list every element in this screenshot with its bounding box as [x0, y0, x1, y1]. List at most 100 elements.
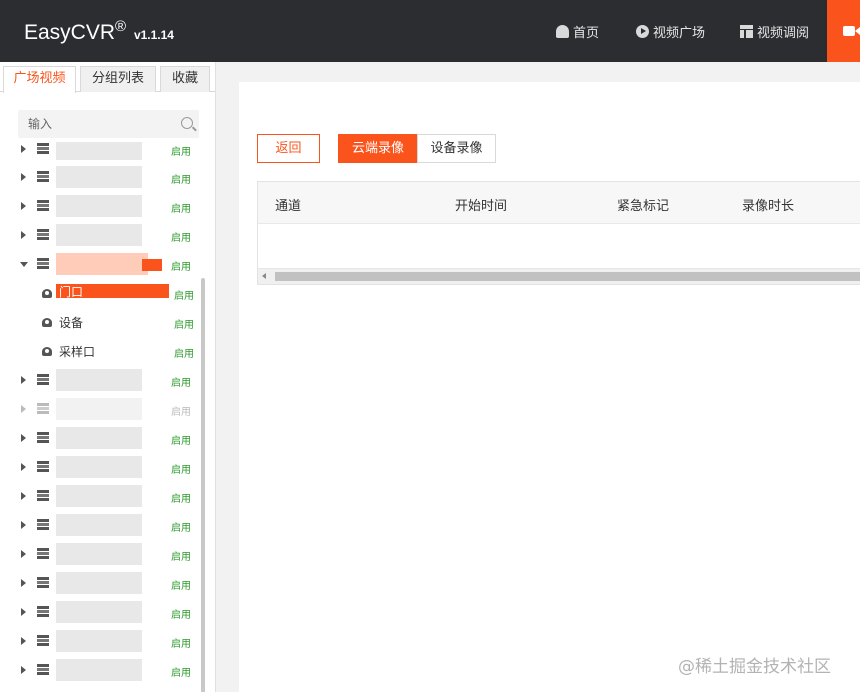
nav-home[interactable]: 首页 — [556, 0, 599, 62]
tree-device-node[interactable]: 启用 — [0, 192, 204, 221]
version-label: v1.1.14 — [133, 28, 174, 42]
column-header-start-time[interactable]: 开始时间 — [455, 195, 507, 214]
server-icon — [37, 432, 49, 443]
tab-square-video[interactable]: 广场视频 — [3, 66, 76, 93]
status-badge: 启用 — [174, 349, 194, 360]
scroll-left-arrow-icon[interactable] — [262, 273, 266, 279]
expand-arrow-icon[interactable] — [21, 550, 26, 558]
redacted-device-name — [56, 485, 142, 507]
expand-arrow-icon[interactable] — [21, 202, 26, 210]
expand-arrow-icon[interactable] — [21, 521, 26, 529]
nav-video-square[interactable]: 视频广场 — [636, 0, 705, 62]
tree-channel-node[interactable]: 采样口 启用 — [0, 337, 204, 366]
tab-favorites[interactable]: 收藏 — [160, 66, 210, 92]
search-icon[interactable] — [181, 117, 193, 129]
expand-arrow-icon[interactable] — [21, 145, 26, 153]
top-header: EasyCVR® v1.1.14 首页 视频广场 视频调阅 — [0, 0, 860, 62]
column-header-duration[interactable]: 录像时长 — [742, 195, 794, 214]
nav-video-square-label: 视频广场 — [653, 25, 706, 41]
expand-arrow-icon[interactable] — [21, 666, 26, 674]
tab-group-list[interactable]: 分组列表 — [80, 66, 156, 92]
server-icon — [37, 606, 49, 617]
expand-arrow-icon[interactable] — [21, 579, 26, 587]
server-icon — [37, 635, 49, 646]
cloud-record-tab[interactable]: 云端录像 — [338, 134, 418, 163]
redacted-device-name — [56, 514, 142, 536]
expand-arrow-icon[interactable] — [21, 608, 26, 616]
tree-device-node[interactable]: 启用 — [0, 221, 204, 250]
tree-device-node[interactable]: 启用 — [0, 482, 204, 511]
tree-channel-node-selected[interactable]: 门口 启用 — [0, 279, 204, 308]
expand-arrow-icon[interactable] — [21, 405, 26, 413]
redacted-device-name — [56, 195, 142, 217]
redacted-device-name — [56, 166, 142, 188]
status-badge: 启用 — [174, 291, 194, 302]
server-icon — [37, 490, 49, 501]
nav-video-tune[interactable]: 视频调阅 — [740, 0, 809, 62]
device-record-tab[interactable]: 设备录像 — [417, 134, 496, 163]
tree-device-node-expanded[interactable]: 启用 — [0, 250, 204, 279]
channel-label: 采样口 — [59, 345, 96, 359]
column-header-emergency-mark[interactable]: 紧急标记 — [617, 195, 669, 214]
column-header-channel[interactable]: 通道 — [275, 195, 301, 214]
table-horizontal-scrollbar[interactable] — [258, 268, 860, 284]
tree-device-node[interactable]: 启用 — [0, 627, 204, 656]
nav-video-tune-label: 视频调阅 — [757, 25, 810, 41]
tree-device-node[interactable]: 启用 — [0, 453, 204, 482]
server-icon — [37, 461, 49, 472]
redacted-device-name — [56, 630, 142, 652]
redacted-device-name — [56, 456, 142, 478]
search-input[interactable] — [18, 110, 168, 138]
server-icon — [37, 403, 49, 414]
layout-icon — [740, 24, 753, 38]
tree-channel-node[interactable]: 设备 启用 — [0, 308, 204, 337]
brand-registered-mark: ® — [115, 18, 127, 35]
sidebar-tabs: 广场视频 分组列表 收藏 — [0, 62, 215, 93]
status-badge: 启用 — [171, 175, 191, 186]
scrollbar-thumb[interactable] — [275, 272, 860, 281]
tree-device-node[interactable]: 启用 — [0, 540, 204, 569]
tree-device-node-disabled[interactable]: 启用 — [0, 395, 204, 424]
collapse-arrow-icon[interactable] — [20, 262, 28, 267]
expand-arrow-icon[interactable] — [21, 376, 26, 384]
expand-arrow-icon[interactable] — [21, 231, 26, 239]
tree-device-node[interactable]: 启用 — [0, 424, 204, 453]
status-badge: 启用 — [171, 436, 191, 447]
server-icon — [37, 664, 49, 675]
channel-label: 设备 — [59, 316, 84, 330]
video-camera-icon — [843, 26, 860, 36]
redacted-device-name — [56, 398, 142, 420]
tree-device-node[interactable]: 启用 — [0, 366, 204, 395]
brand-logo[interactable]: EasyCVR® v1.1.14 — [24, 18, 174, 45]
status-badge: 启用 — [171, 639, 191, 650]
status-badge: 启用 — [171, 523, 191, 534]
server-icon — [37, 143, 49, 154]
nav-recording-active[interactable] — [827, 0, 860, 62]
expand-arrow-icon[interactable] — [21, 463, 26, 471]
tree-device-node[interactable]: 启用 — [0, 163, 204, 192]
redacted-device-name — [56, 253, 148, 275]
expand-arrow-icon[interactable] — [21, 492, 26, 500]
server-icon — [37, 229, 49, 240]
server-icon — [37, 258, 49, 269]
redacted-device-name — [56, 427, 142, 449]
server-icon — [37, 577, 49, 588]
back-button[interactable]: 返回 — [257, 134, 320, 163]
server-icon — [37, 519, 49, 530]
tree-device-node[interactable]: 启用 — [0, 142, 204, 164]
expand-arrow-icon[interactable] — [21, 637, 26, 645]
status-badge: 启用 — [174, 320, 194, 331]
sidebar-scrollbar[interactable] — [201, 278, 205, 692]
tree-device-node[interactable]: 启用 — [0, 511, 204, 540]
tree-device-node[interactable]: 启用 — [0, 656, 204, 685]
expand-arrow-icon[interactable] — [21, 434, 26, 442]
expand-arrow-icon[interactable] — [21, 173, 26, 181]
tree-device-node[interactable]: 启用 — [0, 598, 204, 627]
selection-highlight — [142, 259, 162, 271]
status-badge: 启用 — [171, 407, 191, 418]
watermark: @稀土掘金技术社区 — [678, 657, 831, 677]
tree-device-node[interactable]: 启用 — [0, 569, 204, 598]
dashboard-icon — [556, 24, 569, 38]
main-panel: 返回 云端录像 设备录像 通道 开始时间 紧急标记 录像时长 — [239, 82, 860, 692]
status-badge: 启用 — [171, 233, 191, 244]
